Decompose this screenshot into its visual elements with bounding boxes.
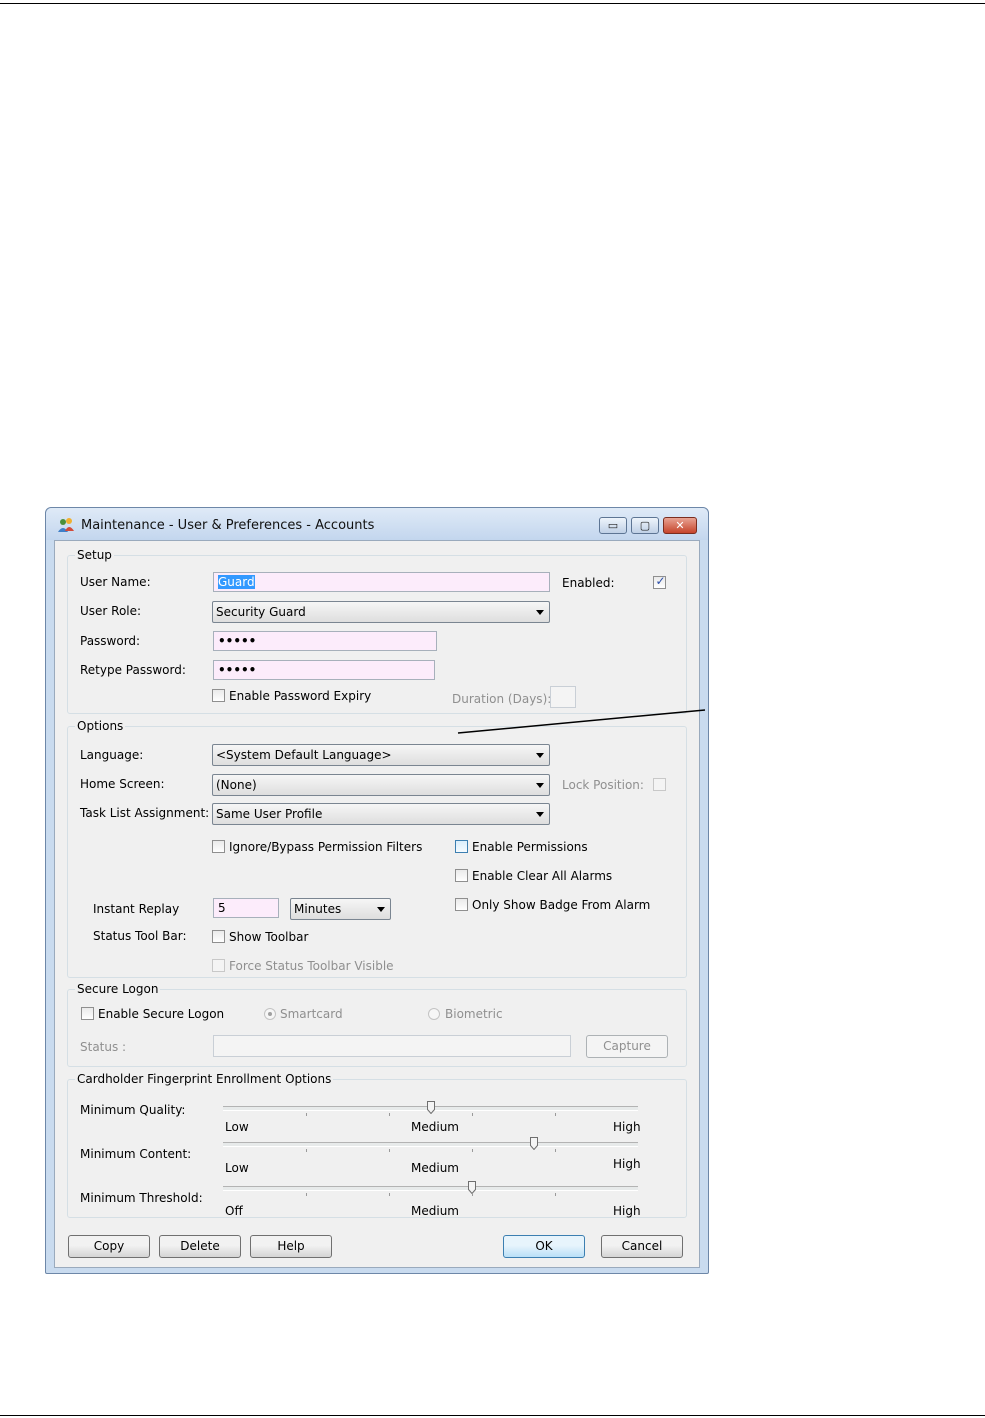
callout-line (457, 709, 706, 734)
